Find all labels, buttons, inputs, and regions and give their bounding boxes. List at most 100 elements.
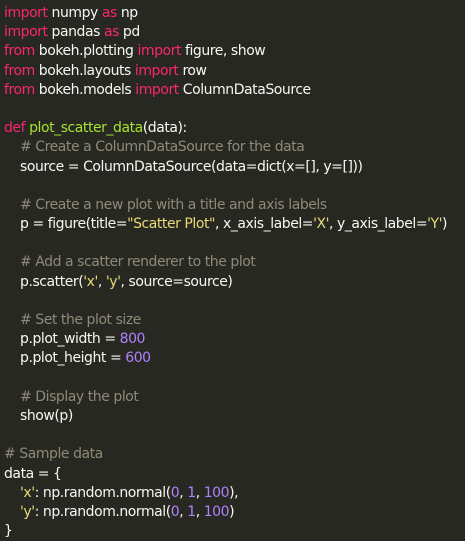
code-token: def [4, 120, 26, 137]
code-token: } [4, 523, 13, 540]
code-token: 1 [187, 484, 196, 501]
code-token: 100 [203, 503, 230, 520]
code-token: from [4, 81, 35, 98]
code-token: pd [118, 24, 140, 41]
code-token: p.plot_height = [4, 350, 126, 367]
code-token: 1 [187, 503, 196, 520]
code-line: from bokeh.plotting import figure, show [4, 42, 465, 61]
code-token: as [103, 24, 119, 41]
code-token: p = figure(title= [4, 216, 128, 233]
code-token: 'Y' [427, 216, 443, 233]
code-line: p.plot_width = 800 [4, 330, 465, 349]
code-token: , [97, 273, 106, 290]
code-token: figure, show [180, 43, 266, 60]
code-token: as [101, 5, 117, 21]
code-line: show(p) [4, 407, 465, 426]
code-line: } [4, 522, 465, 541]
code-token: # Set the plot size [20, 312, 141, 328]
code-token: 'y' [105, 273, 121, 290]
code-line: p = figure(title="Scatter Plot", x_axis_… [4, 215, 465, 234]
code-token: from [4, 62, 35, 79]
code-token: p.plot_width = [4, 331, 120, 348]
code-token: # Sample data [4, 446, 103, 463]
code-line: p.plot_height = 600 [4, 349, 465, 368]
code-token: import [4, 5, 48, 21]
code-line: source = ColumnDataSource(data=dict(x=[]… [4, 158, 465, 177]
code-editor[interactable]: import numpy as np import pandas as pd fro… [0, 0, 465, 539]
code-token: , x_axis_label= [215, 216, 314, 233]
code-token: 'x' [20, 484, 35, 501]
code-token: , source=source) [120, 273, 233, 290]
code-line: from bokeh.layouts import row [4, 62, 465, 81]
code-token: show(p) [4, 407, 73, 424]
code-token: import [134, 62, 179, 79]
code-line: def plot_scatter_data(data): [4, 119, 465, 138]
code-line: import numpy as np [4, 4, 465, 23]
code-token: p.scatter( [4, 273, 84, 290]
code-token: ColumnDataSource [178, 81, 311, 98]
code-token: # Add a scatter renderer to the plot [20, 254, 256, 271]
code-token: 0 [170, 484, 180, 501]
code-token: , [195, 484, 204, 501]
code-line: # Add a scatter renderer to the plot [4, 253, 465, 272]
code-line: p.scatter('x', 'y', source=source) [4, 273, 465, 292]
code-token: np [116, 5, 138, 21]
code-token: # Create a ColumnDataSource for the data [20, 139, 305, 156]
code-line: data = { [4, 465, 465, 484]
code-token: 800 [119, 331, 146, 348]
code-line: # Create a new plot with a title and axi… [4, 196, 465, 215]
code-token: , [195, 503, 204, 520]
code-token: import [137, 43, 181, 60]
code-line: # Sample data [4, 445, 465, 464]
code-token: 600 [125, 350, 151, 367]
code-token: pandas [47, 24, 104, 41]
code-token: 'y' [20, 503, 35, 520]
code-token: import [135, 81, 179, 98]
code-token: (data): [142, 120, 187, 137]
code-line: # Display the plot [4, 388, 465, 407]
code-token: plot_scatter_data [29, 120, 143, 137]
code-token: from [4, 43, 35, 60]
code-token: : np.random.normal( [34, 503, 172, 520]
code-token: 'x' [83, 273, 98, 290]
code-token: 'X' [313, 216, 330, 233]
code-line: 'y': np.random.normal(0, 1, 100) [4, 503, 465, 522]
code-token: : np.random.normal( [34, 484, 172, 501]
code-line: from bokeh.models import ColumnDataSourc… [4, 81, 465, 100]
code-token: bokeh.models [34, 81, 136, 98]
code-token: bokeh.layouts [34, 62, 135, 79]
code-token: "Scatter Plot" [127, 216, 216, 233]
code-line: 'x': np.random.normal(0, 1, 100), [4, 484, 465, 503]
code-token: # Create a new plot with a title and axi… [20, 196, 327, 213]
code-token: row [178, 62, 207, 79]
code-token: # Display the plot [20, 388, 139, 405]
code-token: , [179, 503, 188, 520]
code-token: ) [442, 216, 448, 233]
code-token: bokeh.plotting [34, 43, 138, 60]
code-token: import [4, 24, 48, 41]
code-token: ), [229, 484, 239, 501]
code-line: # Set the plot size [4, 311, 465, 330]
code-line: import pandas as pd [4, 23, 465, 42]
code-line: # Create a ColumnDataSource for the data [4, 138, 465, 157]
code-token: ) [229, 503, 235, 520]
code-token: , [179, 484, 188, 501]
code-token: 100 [203, 484, 230, 501]
code-token: , y_axis_label= [329, 216, 428, 233]
code-token: source = ColumnDataSource(data=dict(x=[]… [4, 158, 363, 175]
code-token: 0 [170, 503, 180, 520]
code-token: numpy [47, 5, 102, 21]
